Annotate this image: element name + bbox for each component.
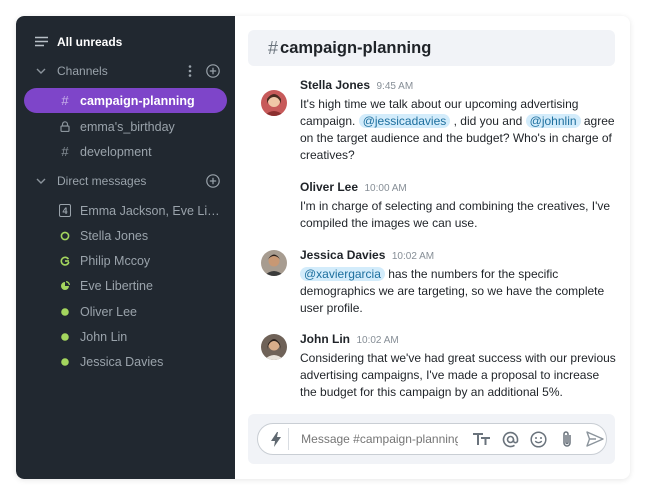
emoji-icon[interactable] (528, 428, 549, 450)
avatar[interactable] (261, 90, 287, 116)
mention-icon[interactable] (500, 428, 521, 450)
status-online-icon (58, 305, 72, 319)
avatar[interactable] (261, 334, 287, 360)
sidebar-item-campaign-planning[interactable]: # campaign-planning (16, 88, 235, 113)
direct-messages-section-header[interactable]: Direct messages (16, 168, 235, 193)
hash-icon: # (61, 144, 69, 159)
chevron-down-icon[interactable] (34, 64, 48, 78)
sidebar-item-stella-jones[interactable]: Stella Jones (16, 223, 235, 248)
message-author[interactable]: John Lin (300, 332, 350, 346)
message-time: 10:02 AM (391, 251, 435, 262)
message-composer (257, 423, 607, 455)
lock-icon (58, 120, 72, 134)
text-segment: I'm in charge of selecting and combining… (300, 199, 611, 230)
group-count-icon: 4 (58, 204, 72, 218)
sidebar-item-group-dm[interactable]: 4 Emma Jackson, Eve Libe... (16, 198, 235, 223)
bolt-icon[interactable] (264, 428, 290, 450)
channels-section-header[interactable]: Channels (16, 58, 235, 83)
dm-label: Philip Mccoy (80, 253, 151, 268)
dm-section-label: Direct messages (57, 173, 147, 188)
sidebar-item-philip-mccoy[interactable]: Philip Mccoy (16, 248, 235, 273)
channels-section-label: Channels (57, 63, 108, 78)
chevron-down-icon[interactable] (34, 174, 48, 188)
sidebar: All unreads Channels # campaign-planning (16, 16, 235, 479)
all-unreads-item[interactable]: All unreads (16, 29, 235, 54)
add-dm-icon[interactable] (205, 173, 221, 189)
send-icon[interactable] (585, 428, 606, 450)
dm-label: Eve Libertine (80, 278, 153, 293)
group-count-badge: 4 (59, 204, 71, 217)
sidebar-item-development[interactable]: # development (16, 139, 235, 164)
message-author[interactable]: Jessica Davies (300, 248, 385, 262)
more-options-icon[interactable] (182, 63, 198, 79)
dm-label: Stella Jones (80, 228, 149, 243)
message-text: Considering that we've had great success… (300, 350, 618, 401)
status-online-icon (58, 330, 72, 344)
mention-chip[interactable]: @johnlin (525, 114, 581, 128)
message-time: 9:45 AM (376, 81, 414, 92)
text-format-icon[interactable] (472, 428, 493, 450)
channel-title: campaign-planning (280, 38, 432, 57)
avatar[interactable] (261, 250, 287, 276)
list-icon (34, 35, 48, 49)
sidebar-item-eve-libertine[interactable]: Eve Libertine (16, 273, 235, 298)
message-text: I'm in charge of selecting and combining… (300, 198, 618, 232)
status-online-icon (58, 355, 72, 369)
sidebar-item-emmas-birthday[interactable]: emma's_birthday (16, 114, 235, 139)
dm-label: Jessica Davies (80, 354, 164, 369)
chat-app-window: All unreads Channels # campaign-planning (16, 16, 630, 479)
dm-label: Emma Jackson, Eve Libe... (80, 203, 225, 218)
message-author[interactable]: Stella Jones (300, 78, 370, 92)
message-input[interactable] (301, 432, 458, 446)
composer-area (248, 414, 615, 464)
message-author[interactable]: Oliver Lee (300, 180, 358, 194)
status-dnd-icon (58, 279, 72, 293)
dm-label: Oliver Lee (80, 304, 137, 319)
message-time: 10:00 AM (364, 183, 407, 194)
conversation-pane: # campaign-planning Stella Jones 9:45 AM… (235, 16, 630, 479)
channel-label: development (80, 144, 152, 159)
text-segment: , did you and (450, 114, 526, 128)
attachment-icon[interactable] (557, 428, 578, 450)
channel-hash: # (268, 37, 279, 58)
message-text: @xaviergarcia has the numbers for the sp… (300, 266, 618, 317)
sidebar-item-jessica-davies[interactable]: Jessica Davies (16, 349, 235, 374)
dm-label: John Lin (80, 329, 128, 344)
add-channel-icon[interactable] (205, 63, 221, 79)
text-segment: Considering that we've had great success… (300, 351, 616, 399)
status-busy-icon (58, 254, 72, 268)
channel-label: campaign-planning (80, 93, 195, 108)
sidebar-item-oliver-lee[interactable]: Oliver Lee (16, 299, 235, 324)
message-text: It's high time we talk about our upcomin… (300, 96, 618, 164)
channel-label: emma's_birthday (80, 119, 175, 134)
mention-chip[interactable]: @jessicadavies (358, 114, 451, 128)
status-away-icon (58, 229, 72, 243)
mention-chip[interactable]: @xaviergarcia (300, 267, 385, 281)
message-time: 10:02 AM (356, 335, 399, 346)
sidebar-item-john-lin[interactable]: John Lin (16, 324, 235, 349)
all-unreads-label: All unreads (57, 34, 123, 49)
channel-header: # campaign-planning (248, 30, 615, 66)
hash-icon: # (61, 93, 69, 108)
